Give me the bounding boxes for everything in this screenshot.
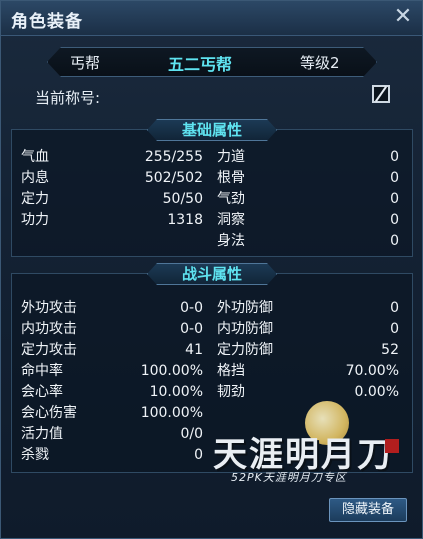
basic-stat-label: 身法 — [217, 233, 245, 249]
sect-name: 丐帮 — [70, 54, 101, 72]
basic-stat-value: 50/50 — [162, 191, 203, 207]
seal-icon — [385, 439, 399, 453]
combat-stat-label: 活力值 — [21, 426, 63, 442]
basic-stat-row: 力道 0 — [217, 147, 399, 167]
combat-stat-row: 定力防御 52 — [217, 340, 399, 360]
watermark-subtext: 52PK天涯明月刀专区 — [231, 471, 347, 484]
title-checkbox[interactable] — [372, 85, 390, 103]
combat-stat-row: 会心伤害 100.00% — [21, 403, 203, 423]
combat-stat-label: 内功防御 — [217, 321, 273, 337]
basic-attributes-banner: 基础属性 — [147, 119, 277, 141]
basic-stat-label: 气血 — [21, 149, 49, 165]
basic-stat-label: 气劲 — [217, 191, 245, 207]
basic-stat-value: 0 — [390, 170, 399, 186]
basic-stat-value: 1318 — [167, 212, 203, 228]
combat-stat-value: 0-0 — [180, 321, 203, 337]
combat-stat-value: 0 — [194, 447, 203, 463]
combat-stat-label: 外功攻击 — [21, 300, 77, 316]
combat-stat-row: 定力攻击 41 — [21, 340, 203, 360]
combat-stat-label: 定力防御 — [217, 342, 273, 358]
combat-attributes-banner: 战斗属性 — [147, 263, 277, 285]
combat-stat-value: 0/0 — [180, 426, 203, 442]
combat-stat-label: 格挡 — [217, 363, 245, 379]
basic-stat-value: 0 — [390, 212, 399, 228]
character-equipment-window: 角色装备 ✕ 丐帮 五二丐帮 等级2 当前称号: 基础属性 战斗属性 气血 255… — [0, 0, 423, 539]
basic-stat-label: 根骨 — [217, 170, 245, 186]
basic-stat-row: 内息 502/502 — [21, 168, 203, 188]
current-title-label: 当前称号: — [35, 89, 101, 107]
character-level: 等级2 — [300, 54, 340, 72]
combat-stat-row: 外功防御 0 — [217, 298, 399, 318]
basic-stat-value: 255/255 — [144, 149, 203, 165]
basic-stat-row: 根骨 0 — [217, 168, 399, 188]
basic-stat-value: 502/502 — [144, 170, 203, 186]
combat-stat-row: 外功攻击 0-0 — [21, 298, 203, 318]
combat-stat-row: 内功攻击 0-0 — [21, 319, 203, 339]
combat-stat-label: 会心率 — [21, 384, 63, 400]
combat-stat-row: 活力值 0/0 — [21, 424, 203, 444]
combat-stat-row: 杀戮 0 — [21, 445, 203, 465]
basic-stat-label: 内息 — [21, 170, 49, 186]
basic-stat-label: 洞察 — [217, 212, 245, 228]
basic-stat-row: 气血 255/255 — [21, 147, 203, 167]
combat-stat-row: 命中率 100.00% — [21, 361, 203, 381]
character-header: 丐帮 五二丐帮 等级2 — [47, 47, 377, 77]
combat-stat-value: 0 — [390, 300, 399, 316]
basic-stat-row: 定力 50/50 — [21, 189, 203, 209]
combat-stat-row: 内功防御 0 — [217, 319, 399, 339]
close-icon[interactable]: ✕ — [392, 6, 414, 28]
basic-stat-value: 0 — [390, 149, 399, 165]
basic-stat-value: 0 — [390, 191, 399, 207]
combat-stat-value: 41 — [185, 342, 203, 358]
basic-stat-row: 身法 0 — [217, 231, 399, 251]
combat-stat-label: 会心伤害 — [21, 405, 77, 421]
character-name: 五二丐帮 — [168, 55, 233, 74]
basic-stat-row: 洞察 0 — [217, 210, 399, 230]
watermark-logo: 天涯明月刀 52PK天涯明月刀专区 — [209, 393, 409, 493]
basic-stat-row: 功力 1318 — [21, 210, 203, 230]
combat-stat-value: 10.00% — [149, 384, 203, 400]
combat-stat-value: 70.00% — [345, 363, 399, 379]
combat-stat-row: 格挡 70.00% — [217, 361, 399, 381]
combat-stat-value: 100.00% — [140, 405, 203, 421]
combat-stat-label: 命中率 — [21, 363, 63, 379]
combat-stat-label: 杀戮 — [21, 447, 49, 463]
combat-stat-value: 0-0 — [180, 300, 203, 316]
basic-stat-label: 力道 — [217, 149, 245, 165]
combat-stat-label: 定力攻击 — [21, 342, 77, 358]
combat-stat-value: 100.00% — [140, 363, 203, 379]
combat-stat-row: 会心率 10.00% — [21, 382, 203, 402]
title-bar[interactable]: 角色装备 ✕ — [1, 1, 422, 36]
basic-stat-label: 定力 — [21, 191, 49, 207]
basic-stat-row: 气劲 0 — [217, 189, 399, 209]
combat-stat-value: 52 — [381, 342, 399, 358]
combat-stat-label: 内功攻击 — [21, 321, 77, 337]
hide-equipment-button[interactable]: 隐藏装备 — [329, 498, 407, 522]
combat-stat-label: 外功防御 — [217, 300, 273, 316]
combat-stat-value: 0 — [390, 321, 399, 337]
basic-stat-value: 0 — [390, 233, 399, 249]
window-title: 角色装备 — [11, 12, 83, 32]
basic-stat-label: 功力 — [21, 212, 49, 228]
